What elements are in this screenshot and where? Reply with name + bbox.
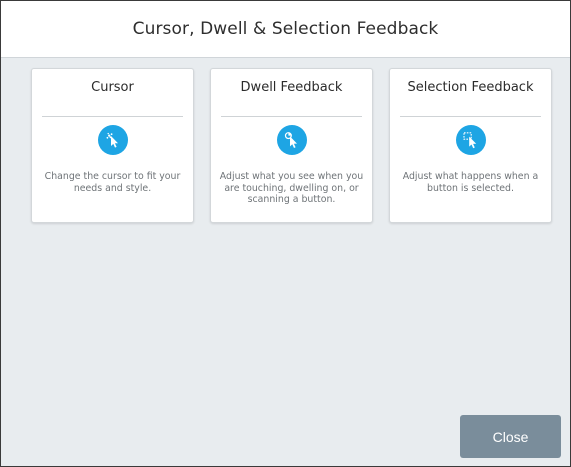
card-title: Dwell Feedback: [240, 80, 343, 95]
close-button[interactable]: Close: [460, 415, 561, 458]
dialog-title: Cursor, Dwell & Selection Feedback: [132, 19, 439, 39]
card-description: Adjust what happens when a button is sel…: [402, 171, 539, 194]
card-divider: [221, 116, 362, 117]
card-description: Adjust what you see when you are touchin…: [219, 171, 364, 205]
cursor-card[interactable]: Cursor Change the cursor to fit your nee…: [31, 68, 194, 223]
card-divider: [400, 116, 541, 117]
dwell-cursor-icon: [276, 125, 307, 155]
card-divider: [42, 116, 183, 117]
card-title: Cursor: [91, 80, 134, 95]
cursor-sparkle-icon: [97, 125, 128, 155]
dwell-feedback-card[interactable]: Dwell Feedback Adjust what you see when …: [210, 68, 373, 223]
scrollbar[interactable]: [567, 58, 570, 466]
dialog-header: Cursor, Dwell & Selection Feedback: [1, 1, 570, 58]
card-description: Change the cursor to fit your needs and …: [44, 171, 181, 194]
card-title: Selection Feedback: [407, 80, 534, 95]
selection-feedback-card[interactable]: Selection Feedback Adjust what happens w…: [389, 68, 552, 223]
settings-dialog: Cursor, Dwell & Selection Feedback Curso…: [0, 0, 571, 467]
selection-cursor-icon: [455, 125, 486, 155]
